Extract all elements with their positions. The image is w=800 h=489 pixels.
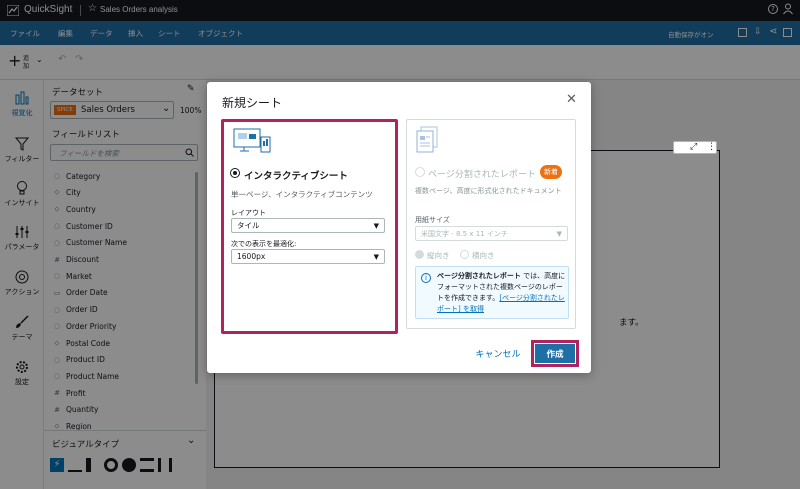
interactive-sheet-card[interactable]: インタラクティブシート 単一ページ、インタラクティブコンテンツ レイアウト タイ… bbox=[221, 119, 398, 334]
expand-icon[interactable]: ⤢ bbox=[690, 142, 697, 152]
paginated-description: 複数ページ、高度に形式化されたドキュメント bbox=[415, 187, 562, 195]
info-bold: ページ分割されたレポート bbox=[437, 272, 521, 280]
cancel-button[interactable]: キャンセル bbox=[468, 344, 528, 362]
info-icon: i bbox=[421, 273, 431, 283]
layout-select[interactable]: タイル ▼ bbox=[231, 218, 385, 233]
paginated-label[interactable]: ページ分割されたレポート bbox=[428, 167, 536, 180]
portrait-radio[interactable] bbox=[415, 250, 424, 259]
dialog-title: 新規シート bbox=[222, 96, 283, 110]
optimize-select[interactable]: 1600px ▼ bbox=[231, 249, 385, 264]
layout-value: タイル bbox=[237, 221, 260, 230]
dashboard-icon bbox=[233, 127, 273, 159]
interactive-label[interactable]: インタラクティブシート bbox=[244, 168, 348, 182]
paper-size-label: 用紙サイズ bbox=[415, 216, 450, 224]
interactive-radio[interactable] bbox=[230, 168, 240, 178]
info-text: ページ分割されたレポート では、高度にフォーマットされた複数ページのレポートを作… bbox=[437, 271, 566, 315]
new-badge: 新着 bbox=[540, 165, 562, 179]
close-icon[interactable]: ✕ bbox=[566, 92, 577, 107]
paper-size-value: 米国文字 - 8.5 x 11 インチ bbox=[421, 229, 508, 238]
landscape-label[interactable]: 横向き bbox=[472, 250, 495, 261]
caret-down-icon: ▼ bbox=[556, 229, 562, 238]
paginated-radio[interactable] bbox=[415, 167, 425, 177]
caret-down-icon: ▼ bbox=[373, 252, 379, 261]
info-box: i ページ分割されたレポート では、高度にフォーマットされた複数ページのレポート… bbox=[415, 266, 569, 319]
layout-label: レイアウト bbox=[231, 209, 266, 217]
paginated-report-card[interactable]: ページ分割されたレポート 新着 複数ページ、高度に形式化されたドキュメント 用紙… bbox=[406, 119, 576, 329]
landscape-radio[interactable] bbox=[460, 250, 469, 259]
paper-size-select[interactable]: 米国文字 - 8.5 x 11 インチ ▼ bbox=[415, 226, 568, 241]
create-button[interactable]: 作成 bbox=[535, 344, 575, 363]
optimize-value: 1600px bbox=[237, 252, 266, 261]
caret-down-icon: ▼ bbox=[373, 221, 379, 230]
visual-controls: ⤢ ⋮ bbox=[673, 141, 717, 154]
interactive-description: 単一ページ、インタラクティブコンテンツ bbox=[231, 190, 373, 199]
create-button-highlight: 作成 bbox=[531, 340, 579, 367]
more-icon[interactable]: ⋮ bbox=[707, 142, 716, 152]
new-sheet-dialog: 新規シート ✕ インタラクティブシート 単一ページ、インタラクティブコンテンツ … bbox=[207, 82, 591, 373]
optimize-label: 次での表示を最適化: bbox=[231, 240, 297, 248]
portrait-label[interactable]: 縦向き bbox=[427, 250, 450, 261]
report-document-icon bbox=[414, 126, 442, 158]
